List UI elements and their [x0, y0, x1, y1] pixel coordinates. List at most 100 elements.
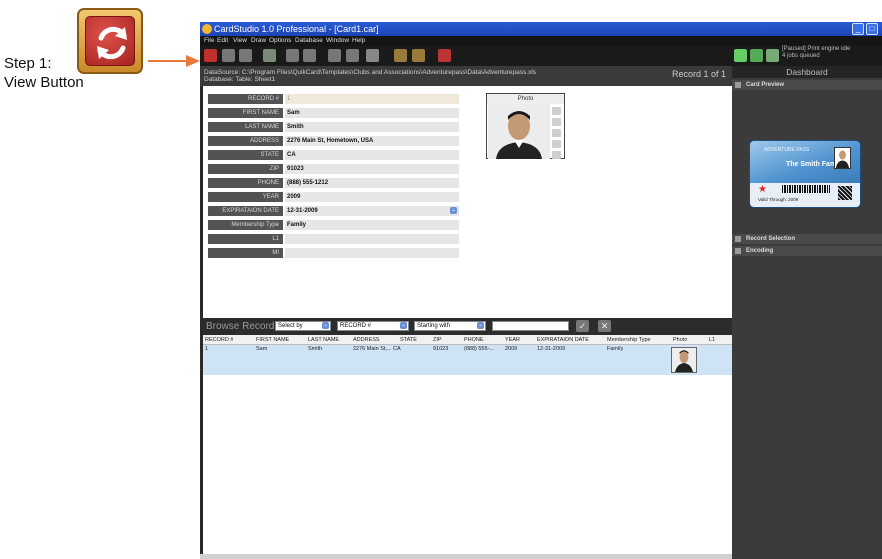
filter-icon[interactable] — [328, 49, 341, 62]
field-label: YEAR — [208, 192, 283, 202]
mi-field[interactable] — [285, 248, 459, 258]
browse-records-title: Browse Records — [206, 321, 280, 332]
menu-database[interactable]: Database — [295, 36, 323, 46]
scanner-icon[interactable] — [552, 118, 561, 126]
table-row[interactable]: 1 Sam Smith 2276 Main St,... CA 91023 (8… — [203, 345, 732, 375]
apply-filter-button[interactable]: ✓ — [576, 320, 589, 332]
card-valid-through: Valid Through: 2009 — [758, 197, 799, 202]
membership-type-field[interactable]: Family — [285, 220, 459, 230]
column-header[interactable]: L1 — [709, 335, 715, 345]
field-label: L1 — [208, 234, 283, 244]
column-header[interactable]: PHONE — [464, 335, 484, 345]
card-preview-section[interactable]: Card Preview — [732, 80, 882, 90]
barcode-icon — [782, 185, 830, 193]
column-header[interactable]: LAST NAME — [308, 335, 339, 345]
clear-filter-button[interactable]: ✕ — [598, 320, 611, 332]
print-preview-icon[interactable] — [438, 49, 451, 62]
match-dropdown[interactable]: Starting with ⌄ — [414, 321, 486, 331]
dashboard-title: Dashboard — [732, 66, 882, 78]
records-grid: RECORD # FIRST NAME LAST NAME ADDRESS ST… — [203, 335, 732, 555]
table-icon[interactable] — [366, 49, 379, 62]
column-header[interactable]: RECORD # — [205, 335, 233, 345]
cell-address: 2276 Main St,... CA — [353, 346, 401, 352]
field-label: EXPIRATAION DATE — [208, 206, 283, 216]
view-button-icon[interactable] — [204, 49, 217, 62]
print-icon[interactable] — [734, 49, 747, 62]
person-portrait-icon — [488, 104, 550, 159]
menu-bar: File Edit View Draw Options Database Win… — [200, 36, 882, 46]
play-icon[interactable] — [750, 49, 763, 62]
menu-edit[interactable]: Edit — [217, 36, 228, 46]
column-header[interactable]: YEAR — [505, 335, 520, 345]
cancel-jobs-icon[interactable] — [766, 49, 779, 62]
field-label: ZIP — [208, 164, 283, 174]
field-label: Membership Type — [208, 220, 283, 230]
horizontal-scrollbar[interactable] — [200, 554, 732, 559]
datasource-path: DataSource: C:\Program Files\QuikCard\Te… — [204, 69, 537, 76]
toolbar — [200, 46, 882, 66]
sort-icon[interactable] — [346, 49, 359, 62]
record-selection-section[interactable]: Record Selection — [732, 234, 882, 244]
new-record-icon[interactable] — [222, 49, 235, 62]
column-header[interactable]: ADDRESS — [353, 335, 380, 345]
chevron-down-icon[interactable]: ⌄ — [477, 322, 484, 329]
expiration-date-field[interactable]: 12-31-2009 ⌄ — [285, 206, 459, 216]
column-header[interactable]: Membership Type — [607, 335, 651, 345]
menu-draw[interactable]: Draw — [251, 36, 266, 46]
first-record-icon[interactable] — [286, 49, 299, 62]
menu-help[interactable]: Help — [352, 36, 365, 46]
zip-field[interactable]: 91023 — [285, 164, 459, 174]
cell-year: 2009 — [505, 346, 518, 352]
menu-options[interactable]: Options — [269, 36, 291, 46]
state-field[interactable]: CA — [285, 150, 459, 160]
restore-button[interactable]: □ — [866, 23, 878, 35]
card-preview-image: ADVENTURE PASS The Smith Family ★ Valid … — [749, 140, 861, 208]
phone-field[interactable]: (888) 555-1212 — [285, 178, 459, 188]
chevron-down-icon[interactable]: ⌄ — [400, 322, 407, 329]
card-header: ADVENTURE PASS — [764, 147, 810, 153]
record-number-field[interactable]: 1 — [285, 94, 459, 104]
chevron-down-icon[interactable]: ⌄ — [450, 207, 457, 214]
prev-record-icon[interactable] — [303, 49, 316, 62]
column-header[interactable]: ZIP — [433, 335, 442, 345]
record-form: RECORD # 1 FIRST NAME Sam LAST NAME Smit… — [203, 86, 732, 339]
person-thumbnail-icon — [672, 348, 696, 372]
section-label: Record Selection — [746, 236, 796, 242]
export-icon[interactable] — [412, 49, 425, 62]
field-dropdown[interactable]: RECORD # ⌄ — [337, 321, 409, 331]
menu-view[interactable]: View — [233, 36, 247, 46]
last-name-field[interactable]: Smith — [285, 122, 459, 132]
column-header[interactable]: STATE — [400, 335, 417, 345]
select-by-dropdown[interactable]: Select by ⌄ — [275, 321, 331, 331]
column-header[interactable]: FIRST NAME — [256, 335, 289, 345]
search-input[interactable] — [492, 321, 569, 331]
camera-icon[interactable] — [552, 107, 561, 115]
folder-icon[interactable] — [552, 129, 561, 137]
address-field[interactable]: 2276 Main St, Hometown, USA — [285, 136, 459, 146]
grid-header: RECORD # FIRST NAME LAST NAME ADDRESS ST… — [203, 335, 732, 345]
menu-file[interactable]: File — [204, 36, 214, 46]
column-header[interactable]: Photo — [673, 335, 687, 345]
menu-window[interactable]: Window — [326, 36, 349, 46]
qr-code-icon — [838, 186, 852, 200]
l1-field[interactable] — [285, 234, 459, 244]
chevron-down-icon[interactable]: ⌄ — [322, 322, 329, 329]
cardstudio-window: CardStudio 1.0 Professional - [Card1.car… — [200, 22, 882, 559]
move-icon[interactable] — [263, 49, 276, 62]
edit-icon[interactable] — [552, 140, 561, 148]
first-name-field[interactable]: Sam — [285, 108, 459, 118]
refresh-arrows-icon — [97, 26, 127, 60]
import-icon[interactable] — [394, 49, 407, 62]
delete-record-icon[interactable] — [239, 49, 252, 62]
minimize-button[interactable]: _ — [852, 23, 864, 35]
year-field[interactable]: 2009 — [285, 192, 459, 202]
row-photo-thumbnail — [671, 347, 697, 373]
callout-label: View Button — [4, 74, 84, 91]
encoding-section[interactable]: Encoding — [732, 246, 882, 256]
crop-icon[interactable] — [552, 151, 561, 159]
person-card-icon — [836, 150, 849, 168]
field-label: ADDRESS — [208, 136, 283, 146]
column-header[interactable]: EXPIRATAION DATE — [537, 335, 589, 345]
photo-field[interactable]: Photo — [486, 93, 565, 159]
select-by-value: Select by — [278, 323, 303, 329]
